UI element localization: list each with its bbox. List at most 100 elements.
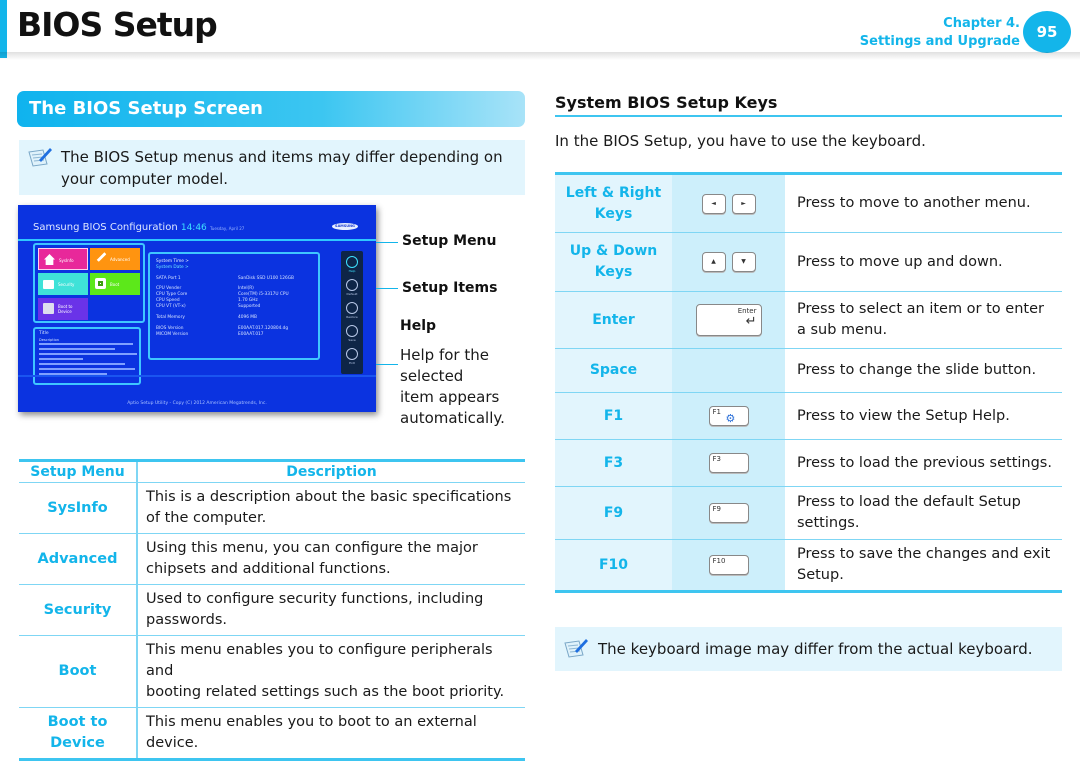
key-description-line: Setup.	[797, 567, 844, 583]
bios-menu-frame: SysInfo Advanced Security Boot Boot to D…	[33, 243, 145, 323]
bios-item-label[interactable]: MICOM Version	[156, 332, 188, 337]
key-description-cell: Press to save the changes and exit Setup.	[785, 539, 1062, 593]
bios-item-label[interactable]: Total Memory	[156, 315, 185, 320]
bios-tile-advanced[interactable]: Advanced	[90, 248, 140, 270]
key-description-cell: Press to load the previous settings.	[785, 439, 1062, 487]
key-description-cell: Press to load the default Setup settings.	[785, 486, 1062, 540]
menu-description-cell: Using this menu, you can configure the m…	[137, 533, 525, 585]
callout-line-help	[376, 364, 398, 365]
section-title: The BIOS Setup Screen	[29, 98, 263, 119]
menu-description-line: Using this menu, you can configure the m…	[146, 540, 478, 556]
key-name: F9	[603, 504, 624, 521]
menu-description-line: device.	[146, 735, 199, 751]
table-row: SysInfo This is a description about the b…	[19, 482, 525, 534]
bios-tile-security[interactable]: Security	[38, 273, 88, 295]
key-description-line: Press to save the changes and exit	[797, 546, 1051, 562]
menu-name-cell: Boot	[19, 635, 138, 708]
note-pencil-icon	[564, 639, 588, 658]
key-description-line: Press to load the default Setup	[797, 494, 1021, 510]
key-description-cell: Press to change the slide button.	[785, 348, 1062, 393]
page-header: BIOS Setup Chapter 4. Settings and Upgra…	[0, 0, 1080, 60]
default-icon[interactable]	[346, 279, 358, 291]
help-text-line	[39, 368, 135, 370]
key-description-line: a sub menu.	[797, 322, 888, 338]
menu-name-cell: Boot to Device	[19, 707, 138, 761]
key-row: F9 F9 Press to load the default Setup setti…	[555, 486, 1062, 540]
key-glyph: ►	[741, 199, 746, 207]
header-divider	[0, 52, 1080, 60]
save-icon[interactable]	[346, 325, 358, 337]
bios-item-value: 4096 MB	[238, 315, 257, 320]
table-row: Boot This menu enables you to configure p…	[19, 635, 525, 708]
bios-item-label[interactable]: CPU Type Core	[156, 292, 187, 297]
bios-title: Samsung BIOS Configuration 14:46 Tuesday…	[33, 222, 244, 233]
samsung-logo: SAMSUNG	[332, 223, 358, 230]
exit-icon[interactable]	[346, 348, 358, 360]
key-name: Space	[589, 362, 638, 378]
bios-help-desc: Description	[39, 338, 59, 342]
chapter-number: Chapter 4.	[943, 16, 1020, 31]
key-row: F1 F1 ⚙ Press to view the Setup Help.	[555, 392, 1062, 440]
bios-items-frame: System Time > System Date > SATA Port 1 San…	[148, 252, 320, 360]
bios-item-label[interactable]: BIOS Version	[156, 326, 184, 331]
arrow-down-key-icon: ▼	[731, 252, 756, 273]
menu-name: Boot	[58, 663, 97, 679]
keycap-cell: ▲ ▼	[672, 232, 785, 292]
bios-tile-sysinfo[interactable]: SysInfo	[38, 248, 88, 270]
menu-description-line: This is a description about the basic sp…	[146, 489, 512, 505]
callout-help-line: selected	[400, 367, 464, 385]
key-row: Space Press to change the slide button.	[555, 348, 1062, 393]
bios-item-value: E00AAT.017.120804.dg	[238, 326, 289, 331]
help-text-line	[39, 348, 115, 350]
bios-item-label[interactable]: CPU VT (VT-x)	[156, 304, 186, 309]
key-description-line: Press to move to another menu.	[797, 195, 1031, 211]
key-description-line: Press to load the previous settings.	[797, 454, 1052, 471]
callout-setup-items: Setup Items	[402, 280, 498, 296]
restore-icon[interactable]	[346, 302, 358, 314]
note-line: your computer model.	[61, 170, 229, 188]
table-row: Boot to Device This menu enables you to bo…	[19, 707, 525, 761]
note-box: The BIOS Setup menus and items may diffe…	[19, 140, 525, 195]
menu-description-line: of the computer.	[146, 510, 267, 526]
bios-help-title: Title	[39, 331, 49, 336]
bios-tile-boot[interactable]: Boot	[90, 273, 140, 295]
help-icon[interactable]	[346, 256, 358, 268]
bios-item-value: Intel(R)	[238, 286, 254, 291]
keycap-cell: ◄ ►	[672, 172, 785, 233]
setup-keys-table: Left & Right Keys ◄ ► Press to move to anoth…	[555, 172, 1062, 593]
bios-bottom-line	[18, 375, 376, 377]
bios-item-label[interactable]: CPU Speed	[156, 298, 180, 303]
key-name: F3	[603, 454, 624, 471]
tile-label: Security	[58, 282, 75, 287]
key-description-line: Press to change the slide button.	[797, 362, 1037, 378]
menu-name-cell: Advanced	[19, 533, 138, 585]
bios-title-text: Samsung BIOS Configuration	[33, 222, 178, 233]
keyboard-note-text: The keyboard image may differ from the a…	[598, 640, 1033, 658]
disk-icon	[95, 278, 106, 289]
table-row: Security Used to configure security funct…	[19, 584, 525, 636]
menu-description-line: This menu enables you to boot to an exte…	[146, 714, 477, 730]
bios-item-label[interactable]: CPU Vender	[156, 286, 181, 291]
bios-tile-boot-to-device[interactable]: Boot to Device	[38, 298, 88, 320]
keycap-cell	[672, 348, 785, 393]
menu-description-line: booting related settings such as the boo…	[146, 684, 505, 700]
callout-setup-menu: Setup Menu	[402, 233, 497, 249]
key-label: F9	[712, 505, 721, 514]
key-row: F10 F10 Press to save the changes and exit…	[555, 539, 1062, 593]
key-name-cell: Space	[555, 348, 672, 393]
menu-description-cell: This menu enables you to boot to an exte…	[137, 707, 525, 761]
key-glyph: ◄	[711, 199, 716, 207]
callout-help: Help	[400, 318, 437, 334]
bios-item-label[interactable]: System Time >	[156, 259, 189, 264]
enter-key-icon: Enter ↵	[695, 304, 762, 336]
callout-line-items	[376, 288, 398, 289]
table-row: Advanced Using this menu, you can configu…	[19, 533, 525, 585]
callout-help-line: item appears	[400, 388, 500, 406]
bios-item-label[interactable]: System Date >	[156, 265, 189, 270]
arrow-up-key-icon: ▲	[701, 252, 726, 273]
bios-side-toolbar: Help Default Restore Save Exit	[341, 251, 363, 374]
bios-item-label[interactable]: SATA Port 1	[156, 276, 181, 281]
callout-help-line: automatically.	[400, 409, 505, 427]
help-text-line	[39, 353, 137, 355]
bios-divider	[18, 239, 376, 241]
